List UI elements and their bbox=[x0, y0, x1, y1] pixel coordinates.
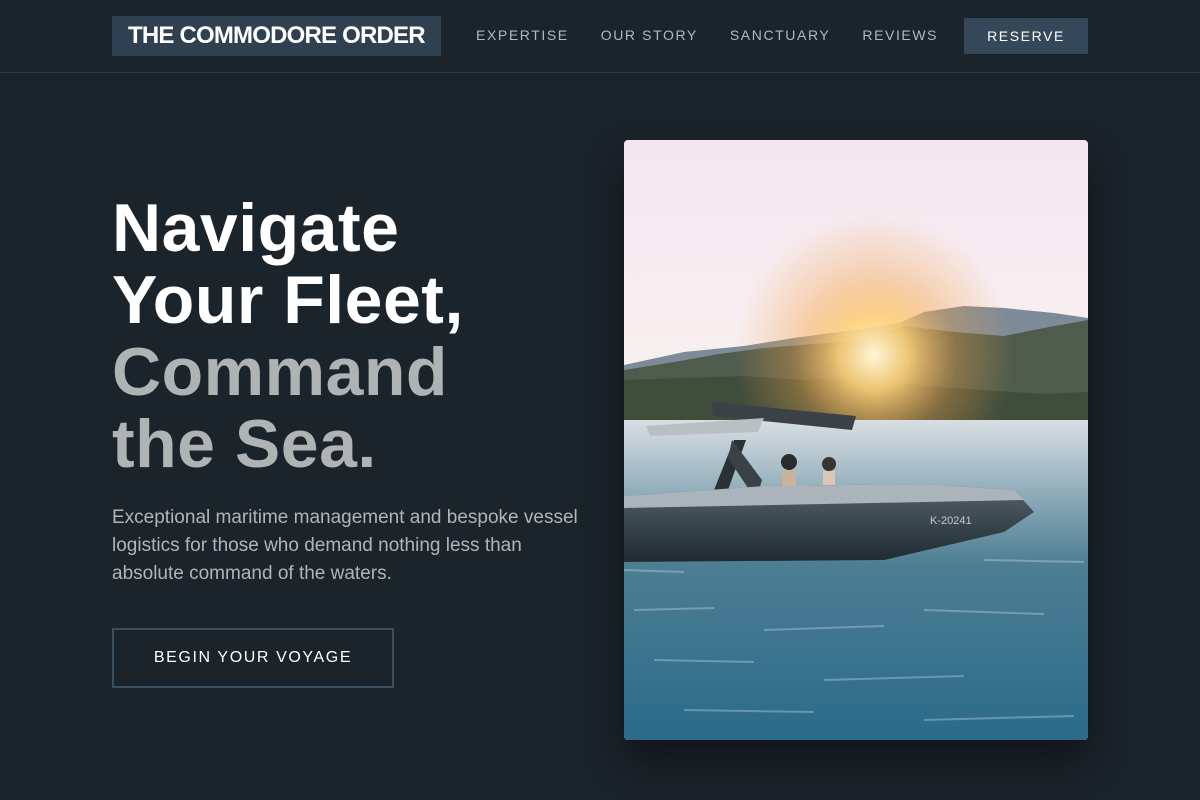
nav-link-our-story[interactable]: OUR STORY bbox=[601, 26, 698, 44]
hero-title-line-4: the Sea. bbox=[112, 406, 377, 482]
hero-description: Exceptional maritime management and besp… bbox=[112, 507, 578, 584]
nav-link-sanctuary[interactable]: SANCTUARY bbox=[730, 26, 831, 44]
nav-link-expertise[interactable]: EXPERTISE bbox=[476, 26, 569, 44]
hero-title-line-3: Command bbox=[112, 334, 448, 410]
begin-voyage-button[interactable]: BEGIN YOUR VOYAGE bbox=[112, 628, 394, 688]
hero-title: Navigate Your Fleet, Command the Sea. bbox=[112, 192, 592, 480]
hero-photo: K-20241 bbox=[624, 140, 1088, 740]
top-nav: THE COMMODORE ORDER EXPERTISE OUR STORY … bbox=[0, 0, 1200, 73]
nav-links: EXPERTISE OUR STORY SANCTUARY REVIEWS bbox=[476, 26, 938, 44]
hero-title-line-2: Your Fleet, bbox=[112, 262, 464, 338]
reserve-button[interactable]: RESERVE bbox=[964, 18, 1088, 54]
speedboat-sunset-image: K-20241 bbox=[624, 140, 1088, 740]
hero-title-line-1: Navigate bbox=[112, 190, 400, 266]
hull-registration-text: K-20241 bbox=[930, 515, 972, 527]
nav-link-reviews[interactable]: REVIEWS bbox=[862, 26, 938, 44]
site-logo[interactable]: THE COMMODORE ORDER bbox=[112, 16, 441, 56]
